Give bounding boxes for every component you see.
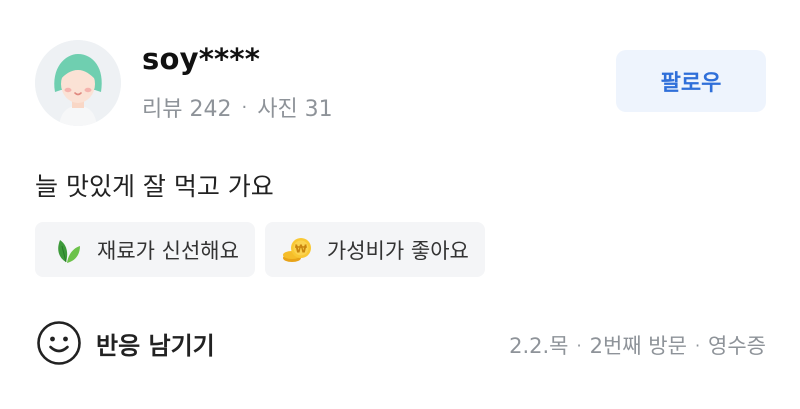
svg-text:₩: ₩ [295,242,307,255]
tag-label: 재료가 신선해요 [97,238,239,263]
separator: · [241,96,248,118]
review-count: 리뷰 242 [142,97,232,122]
review-text: 늘 맛있게 잘 먹고 가요 [35,172,274,201]
leave-reaction-button[interactable]: 반응 남기기 [36,320,215,366]
photo-count: 사진 31 [257,97,333,122]
tag-label: 가성비가 좋아요 [326,238,469,263]
username[interactable]: soy**** [142,42,260,76]
visit-count: 2번째 방문 [589,334,687,358]
user-stats: 리뷰 242 · 사진 31 [142,91,333,123]
receipt-badge: 영수증 [708,334,766,358]
coin-icon: ₩ [281,234,313,266]
follow-button[interactable]: 팔로우 [616,50,766,112]
smile-icon [37,321,81,365]
reaction-label: 반응 남기기 [96,331,215,360]
visit-date: 2.2.목 [509,334,569,358]
review-card: soy**** 리뷰 242 · 사진 31 팔로우 늘 맛있게 잘 먹고 가요… [0,0,800,409]
review-meta: 2.2.목 · 2번째 방문 · 영수증 [509,330,766,360]
tag-fresh-ingredients[interactable]: 재료가 신선해요 [35,222,255,277]
user-avatar-icon [35,40,121,126]
leaf-icon [51,234,83,266]
separator: · [694,335,701,355]
avatar[interactable] [35,40,121,126]
review-tags: 재료가 신선해요 ₩ 가성비가 좋아요 [35,222,485,277]
tag-good-value[interactable]: ₩ 가성비가 좋아요 [264,222,485,277]
separator: · [576,335,582,355]
